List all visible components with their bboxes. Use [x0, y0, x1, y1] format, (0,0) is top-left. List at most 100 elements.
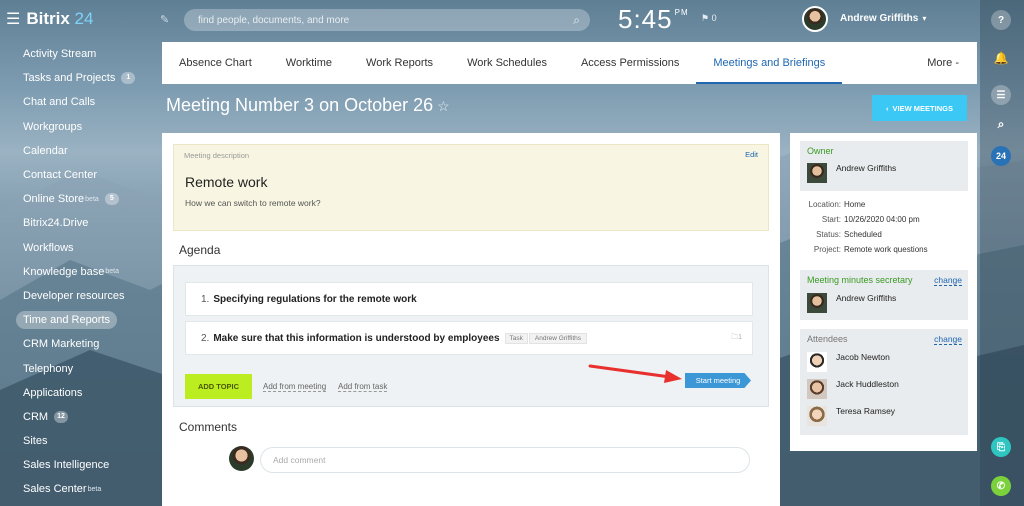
subitem-count[interactable]: 🗀1 — [731, 333, 742, 344]
bitrix24-icon[interactable]: 24 — [991, 146, 1011, 166]
top-bar: ☰ Bitrix 24 ✎ ⌕ 5:45PM ⚑ 0 Andrew Griffi… — [0, 0, 1024, 40]
logo[interactable]: ☰ Bitrix 24 — [6, 9, 93, 29]
search-box[interactable]: ⌕ — [184, 9, 590, 31]
add-topic-button[interactable]: ADD TOPIC — [185, 374, 252, 399]
attendees-change-link[interactable]: change — [934, 334, 962, 345]
sidebar-item-label: Workflows — [23, 241, 74, 254]
sidebar-item[interactable]: Developer resources — [0, 284, 160, 308]
sidebar-item-label: CRM Marketing — [23, 338, 100, 351]
tabs-bar: Absence Chart Worktime Work Reports Work Sc… — [162, 42, 977, 84]
subitem-count-value: 1 — [738, 333, 742, 341]
start-meeting-button[interactable]: Start meeting — [685, 373, 751, 388]
description-title: Remote work — [185, 174, 268, 190]
add-from-meeting-link[interactable]: Add from meeting — [263, 382, 327, 392]
sidebar-item[interactable]: Online Store beta 5 — [0, 187, 160, 211]
tab[interactable]: Worktime — [269, 42, 349, 84]
status-value: Scheduled — [844, 230, 882, 239]
sidebar-item-label: Calendar — [23, 144, 68, 157]
project-key: Project: — [813, 245, 841, 254]
sidebar-item[interactable]: Workflows — [0, 236, 160, 260]
sidebar-item[interactable]: Chat and Calls — [0, 90, 160, 114]
task-user-tag[interactable]: Andrew Griffiths — [528, 332, 588, 344]
agenda-item[interactable]: 2. Make sure that this information is un… — [185, 321, 753, 355]
tab[interactable]: More - — [910, 42, 977, 84]
attendee[interactable]: Teresa Ramsey — [807, 406, 895, 426]
project-value[interactable]: Remote work questions — [844, 245, 928, 254]
description-text: How we can switch to remote work? — [185, 198, 321, 208]
comment-box[interactable] — [260, 447, 750, 473]
attendee-name: Jack Huddleston — [836, 379, 899, 389]
view-meetings-button[interactable]: ‹ VIEW MEETINGS — [872, 95, 967, 121]
owner-name: Andrew Griffiths — [836, 163, 897, 173]
help-icon[interactable]: ? — [991, 10, 1011, 30]
sidebar-item[interactable]: Calendar — [0, 139, 160, 163]
tab[interactable]: Absence Chart — [162, 42, 269, 84]
edit-link[interactable]: Edit — [745, 150, 758, 159]
sidebar-item[interactable]: CRM Marketing — [0, 332, 160, 356]
sidebar-item-sup: beta — [87, 485, 102, 493]
comment-input[interactable] — [261, 448, 749, 472]
secretary-name: Andrew Griffiths — [836, 293, 897, 303]
description-label: Meeting description — [184, 151, 250, 160]
sidebar-item[interactable]: Telephony — [0, 356, 160, 380]
sidebar-item-label: Bitrix24.Drive — [23, 217, 89, 230]
sidebar-item[interactable]: Knowledge base beta — [0, 260, 160, 284]
sidebar-item-label: Sites — [23, 435, 48, 448]
sidebar-item[interactable]: Tasks and Projects 1 — [0, 66, 160, 90]
page-title: Meeting Number 3 on October 26 ☆ — [166, 95, 450, 116]
bell-icon[interactable]: 🔔 — [991, 48, 1011, 68]
project-row: Project: Remote work questions — [790, 245, 977, 254]
user-menu[interactable]: Andrew Griffiths ▾ — [840, 13, 926, 24]
sidebar-item[interactable]: Sites — [0, 429, 160, 453]
sidebar-item-label: CRM — [23, 410, 49, 423]
tab-label: Absence Chart — [179, 57, 252, 69]
attendee[interactable]: Jacob Newton — [807, 352, 890, 372]
attendee[interactable]: Jack Huddleston — [807, 379, 899, 399]
logo-24: 24 — [74, 9, 94, 28]
pencil-icon[interactable]: ✎ — [160, 13, 169, 26]
agenda-item-text: Make sure that this information is under… — [213, 332, 500, 344]
sidebar-item[interactable]: Applications — [0, 381, 160, 405]
search-icon[interactable]: ⌕ — [991, 114, 1011, 134]
sidebar-item[interactable]: CRM 12 — [0, 405, 160, 429]
tab[interactable]: Meetings and Briefings — [696, 42, 843, 84]
flag-icon: ⚑ — [701, 13, 710, 23]
sidebar-item-label: Knowledge base — [23, 265, 105, 278]
agenda-item-text: Specifying regulations for the remote wo… — [213, 293, 417, 305]
secretary-person[interactable]: Andrew Griffiths — [807, 293, 896, 313]
secretary-change-link[interactable]: change — [934, 275, 962, 286]
user-name: Andrew Griffiths — [840, 13, 919, 24]
agenda-item[interactable]: 1. Specifying regulations for the remote… — [185, 282, 753, 316]
tab[interactable]: Work Schedules — [450, 42, 564, 84]
chat-icon[interactable]: ☰ — [991, 85, 1011, 105]
start-row: Start: 10/26/2020 04:00 pm — [790, 215, 977, 224]
meeting-card: Meeting description Edit Remote work How… — [162, 133, 780, 506]
agenda-heading: Agenda — [179, 243, 221, 257]
owner-person[interactable]: Andrew Griffiths — [807, 163, 896, 183]
sidebar-item[interactable]: Activity Stream — [0, 42, 160, 66]
tab[interactable]: Work Reports — [349, 42, 450, 84]
avatar — [807, 293, 827, 313]
task-tag[interactable]: Task — [504, 332, 528, 344]
phone-icon[interactable]: ✆ — [991, 476, 1011, 496]
sidebar-item[interactable]: Sales Intelligence — [0, 453, 160, 477]
sidebar-item[interactable]: Sales Center beta — [0, 477, 160, 501]
tab[interactable]: Access Permissions — [564, 42, 696, 84]
notification-flag[interactable]: ⚑ 0 — [701, 13, 717, 24]
tab-label: Meetings and Briefings — [713, 57, 826, 69]
location-key: Location: — [808, 200, 841, 209]
user-avatar[interactable] — [802, 6, 828, 32]
star-icon[interactable]: ☆ — [437, 98, 450, 114]
search-input[interactable] — [184, 9, 590, 31]
sidebar-item[interactable]: Workgroups — [0, 115, 160, 139]
sidebar-item[interactable]: Bitrix24.Drive — [0, 211, 160, 235]
search-icon[interactable]: ⌕ — [573, 13, 580, 28]
meeting-info-panel: Owner Andrew Griffiths Location: Home Sta… — [790, 133, 977, 451]
open-lines-icon[interactable]: ⎘ — [991, 437, 1011, 457]
add-from-task-link[interactable]: Add from task — [338, 382, 388, 392]
counter-badge: 1 — [121, 72, 136, 85]
attendees-label: Attendees — [807, 334, 848, 344]
menu-icon[interactable]: ☰ — [6, 9, 20, 29]
sidebar-item[interactable]: Time and Reports — [0, 308, 160, 332]
sidebar-item[interactable]: Contact Center — [0, 163, 160, 187]
